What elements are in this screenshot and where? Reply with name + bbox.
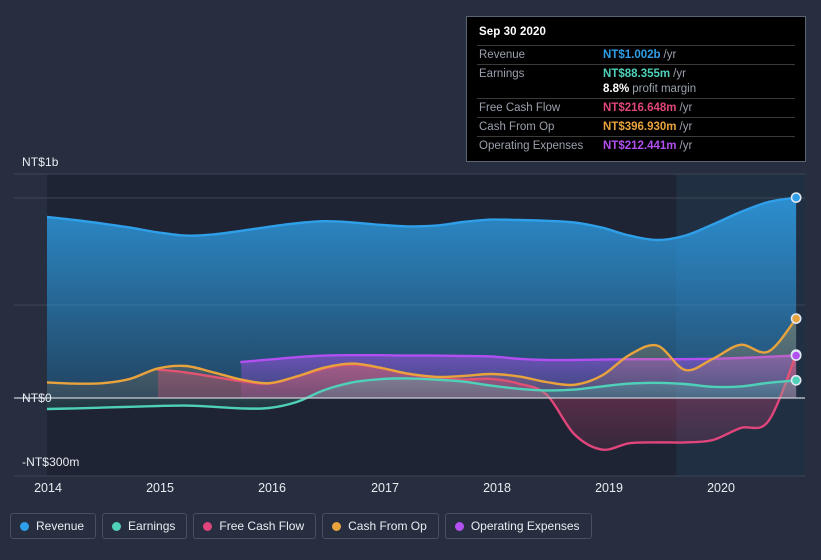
tooltip-row-profit-margin: 8.8% profit margin bbox=[477, 83, 795, 98]
y-axis-label-zero: NT$0 bbox=[22, 391, 52, 405]
tooltip-date: Sep 30 2020 bbox=[479, 26, 546, 38]
legend-label-free-cash-flow: Free Cash Flow bbox=[219, 519, 305, 533]
tooltip-value-operating-expenses: NT$212.441m bbox=[603, 140, 677, 152]
tooltip-row-cash-from-op: Cash From Op NT$396.930m /yr bbox=[477, 117, 795, 136]
x-axis-label-2019: 2019 bbox=[595, 481, 623, 495]
tooltip-value-cash-from-op: NT$396.930m bbox=[603, 121, 677, 133]
x-axis-label-2015: 2015 bbox=[146, 481, 174, 495]
tooltip-unit-revenue: /yr bbox=[663, 49, 677, 61]
legend-item-operating-expenses[interactable]: Operating Expenses bbox=[444, 513, 592, 539]
tooltip-label-revenue: Revenue bbox=[479, 49, 526, 61]
legend-item-revenue[interactable]: Revenue bbox=[10, 513, 97, 539]
tooltip-label-free-cash-flow: Free Cash Flow bbox=[479, 102, 561, 114]
financial-chart-page: NT$1b NT$0 -NT$300m 2014 2015 2016 2017 … bbox=[0, 0, 821, 560]
tooltip-label-earnings: Earnings bbox=[479, 68, 525, 80]
tooltip-label-operating-expenses: Operating Expenses bbox=[479, 140, 584, 152]
legend-label-cash-from-op: Cash From Op bbox=[348, 519, 427, 533]
tooltip-row-free-cash-flow: Free Cash Flow NT$216.648m /yr bbox=[477, 98, 795, 117]
data-tooltip: Sep 30 2020 Revenue NT$1.002b /yr Earnin… bbox=[466, 16, 806, 162]
tooltip-value-earnings: NT$88.355m bbox=[603, 68, 671, 80]
legend-label-earnings: Earnings bbox=[128, 519, 176, 533]
tooltip-row-operating-expenses: Operating Expenses NT$212.441m /yr bbox=[477, 136, 795, 155]
legend-label-operating-expenses: Operating Expenses bbox=[470, 519, 580, 533]
legend-dot-operating-expenses bbox=[454, 521, 464, 531]
x-axis-label-2014: 2014 bbox=[34, 481, 62, 495]
legend-dot-free-cash-flow bbox=[203, 521, 213, 531]
legend-dot-earnings bbox=[112, 521, 122, 531]
tooltip-value-revenue: NT$1.002b bbox=[603, 49, 661, 61]
x-axis-label-2018: 2018 bbox=[483, 481, 511, 495]
tooltip-label-cash-from-op: Cash From Op bbox=[479, 121, 555, 133]
tooltip-value-profit-margin: 8.8% bbox=[603, 83, 630, 95]
x-axis-label-2016: 2016 bbox=[258, 481, 286, 495]
tooltip-unit-free-cash-flow: /yr bbox=[679, 102, 693, 114]
x-axis-label-2017: 2017 bbox=[371, 481, 399, 495]
tooltip-unit-profit-margin: profit margin bbox=[632, 83, 697, 95]
legend-dot-revenue bbox=[20, 521, 29, 531]
tooltip-unit-cash-from-op: /yr bbox=[679, 121, 693, 133]
tooltip-unit-earnings: /yr bbox=[673, 68, 686, 80]
legend-label-revenue: Revenue bbox=[36, 519, 85, 533]
legend-dot-cash-from-op bbox=[332, 521, 342, 531]
tooltip-row-earnings: Earnings NT$88.355m /yr bbox=[477, 64, 795, 83]
y-axis-label-top: NT$1b bbox=[22, 155, 59, 169]
tooltip-value-free-cash-flow: NT$216.648m bbox=[603, 102, 677, 114]
y-axis-label-bottom: -NT$300m bbox=[22, 455, 80, 469]
legend-item-earnings[interactable]: Earnings bbox=[102, 513, 188, 539]
legend-item-cash-from-op[interactable]: Cash From Op bbox=[322, 513, 439, 539]
x-axis-label-2020: 2020 bbox=[707, 481, 735, 495]
chart-legend: Revenue Earnings Free Cash Flow Cash Fro… bbox=[10, 513, 592, 539]
legend-item-free-cash-flow[interactable]: Free Cash Flow bbox=[193, 513, 317, 539]
tooltip-row-revenue: Revenue NT$1.002b /yr bbox=[477, 45, 795, 64]
tooltip-unit-operating-expenses: /yr bbox=[679, 140, 693, 152]
